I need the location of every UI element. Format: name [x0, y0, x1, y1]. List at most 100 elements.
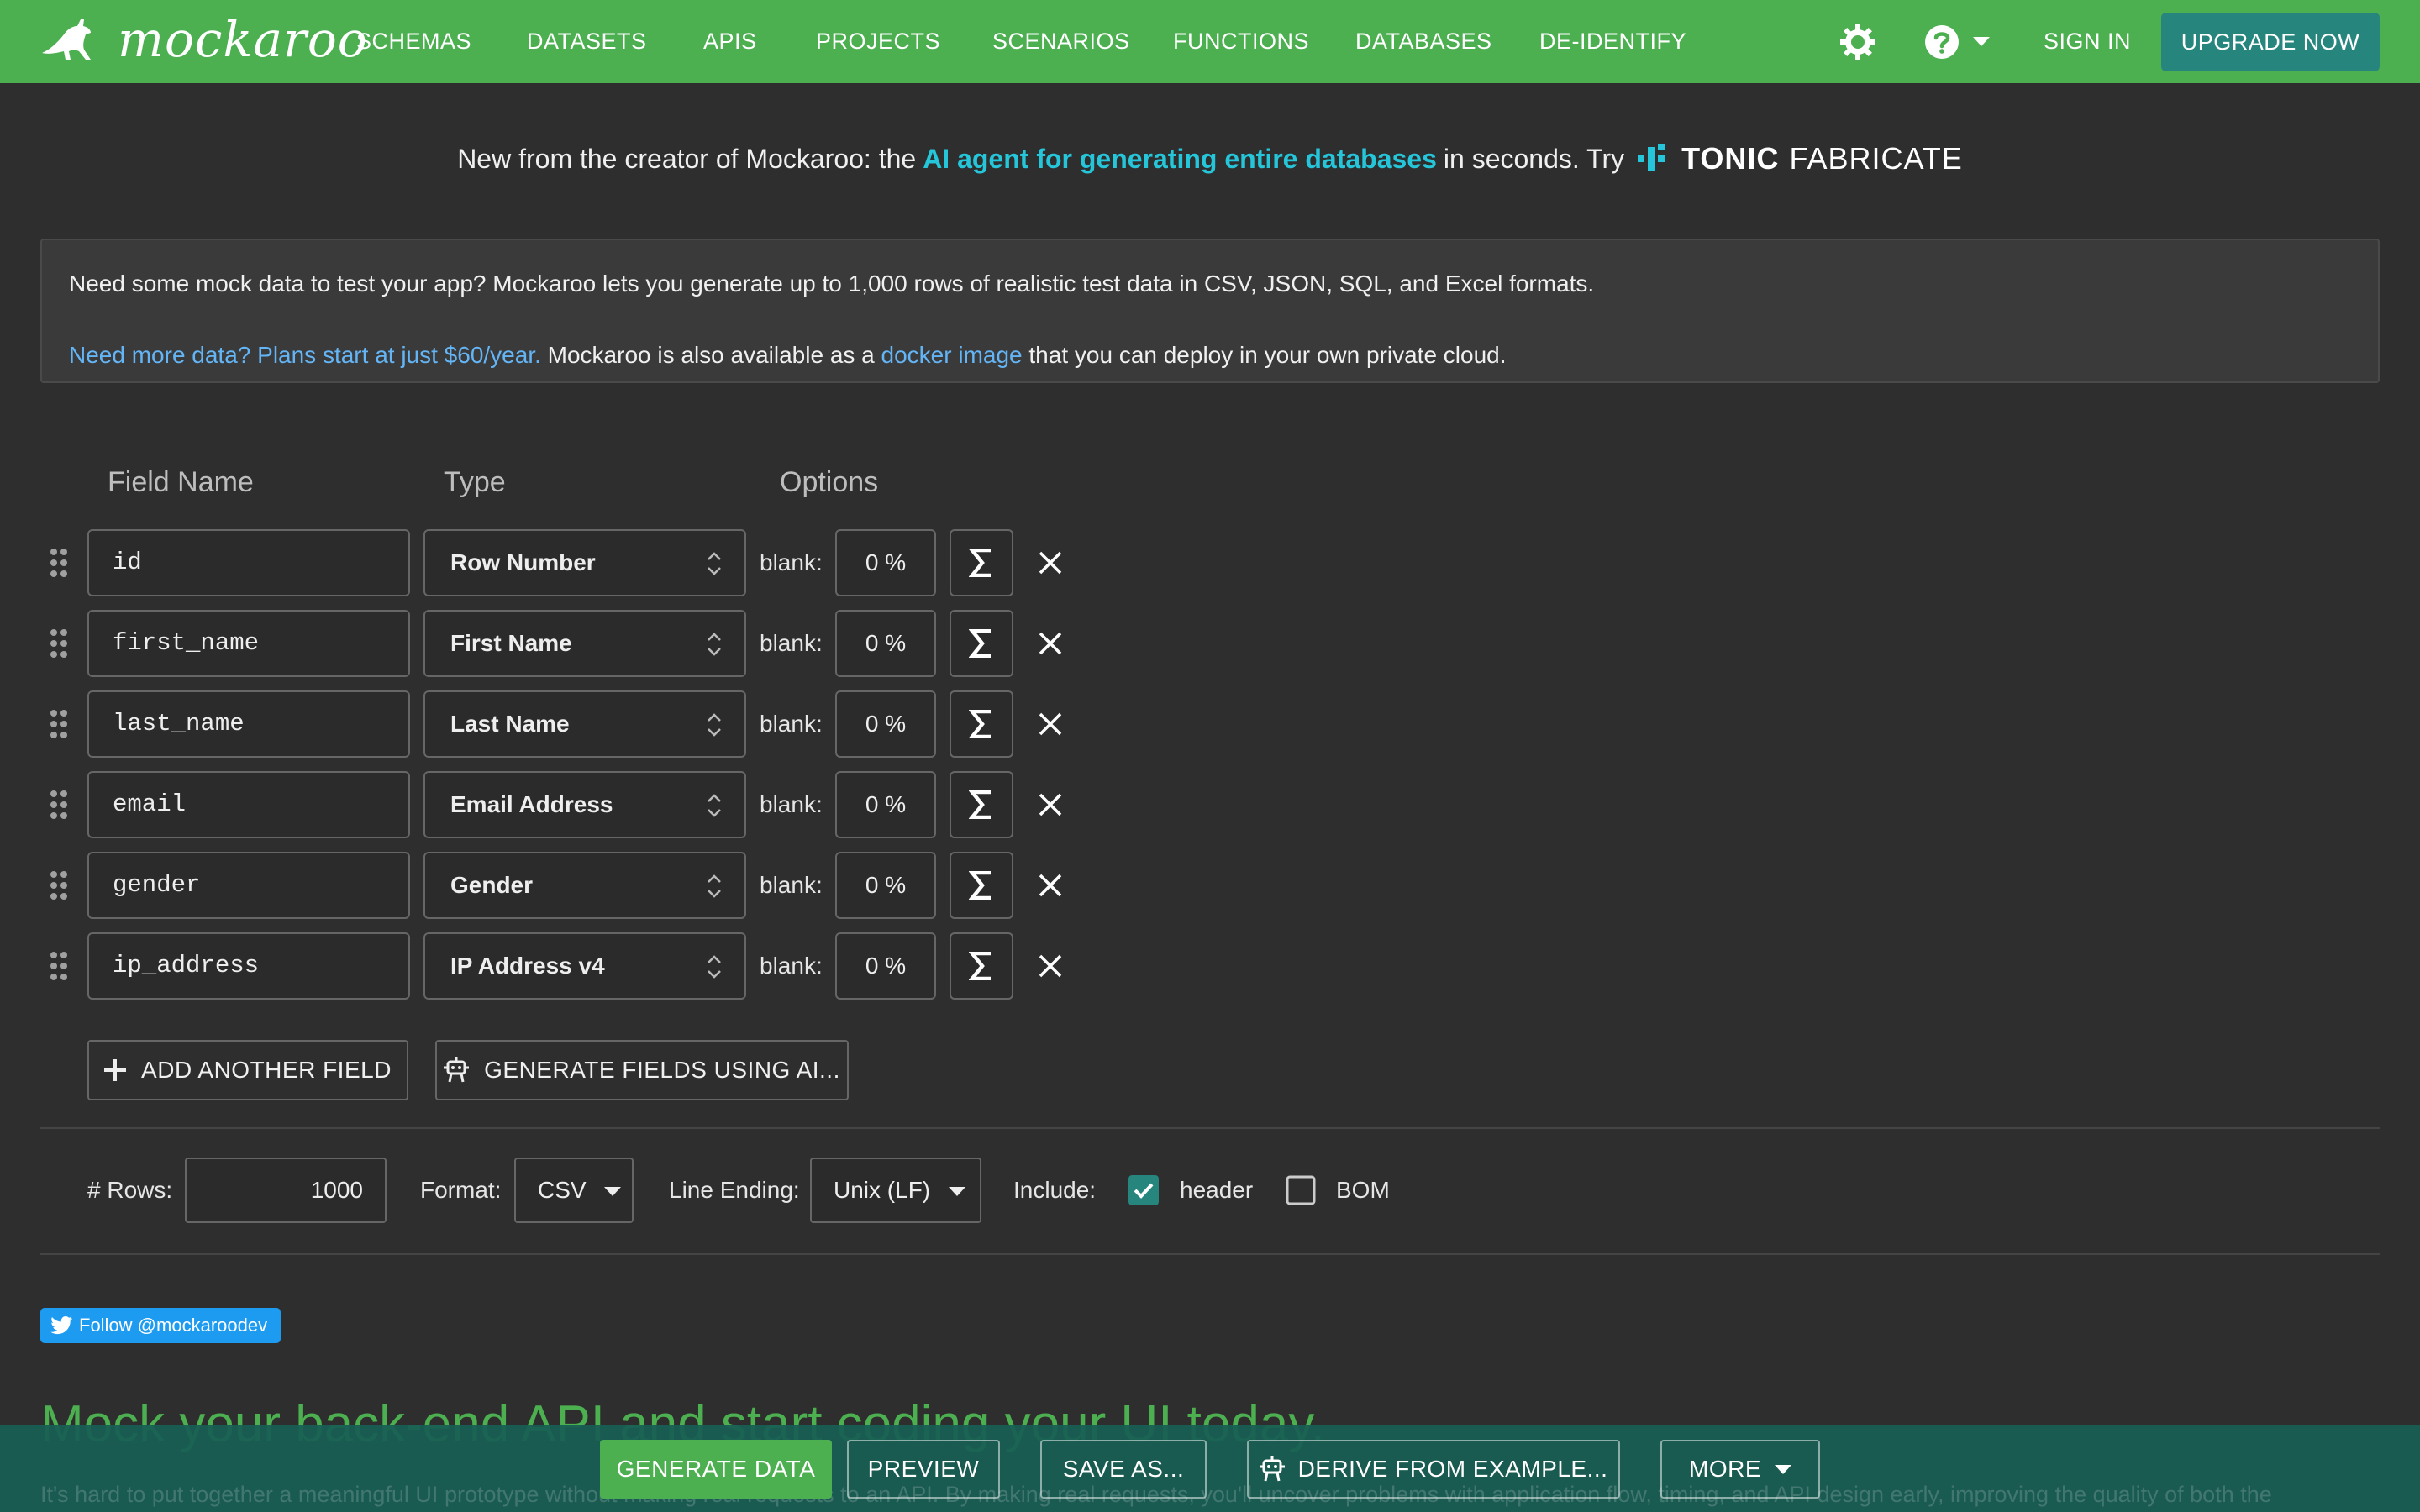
- generate-fields-ai-button[interactable]: GENERATE FIELDS USING AI...: [435, 1040, 849, 1100]
- formula-sigma-button[interactable]: [950, 771, 1013, 838]
- updown-chevron-icon: [708, 955, 721, 979]
- plus-icon: [104, 1059, 127, 1081]
- theme-toggle-icon[interactable]: [1839, 23, 1877, 61]
- updown-chevron-icon: [708, 874, 721, 898]
- remove-field-close-icon[interactable]: [1035, 951, 1065, 981]
- blank-percent-input[interactable]: 0 %: [835, 852, 936, 919]
- docker-post-text: that you can deploy in your own private …: [1028, 342, 1507, 368]
- formula-sigma-button[interactable]: [950, 529, 1013, 596]
- field-type-value: First Name: [450, 630, 572, 656]
- drag-handle-icon[interactable]: [50, 549, 67, 577]
- updown-chevron-icon: [708, 713, 721, 737]
- nav-projects[interactable]: PROJECTS: [816, 0, 940, 83]
- marketing-subtext: It's hard to put together a meaningful U…: [40, 1482, 2272, 1507]
- nav-datasets[interactable]: DATASETS: [527, 0, 647, 83]
- announcement-prefix: New from the creator of Mockaroo: the: [457, 143, 917, 174]
- nav-scenarios[interactable]: SCENARIOS: [992, 0, 1130, 83]
- tonic-fabricate-link[interactable]: TONIC FABRICATE: [1638, 141, 1963, 176]
- updown-chevron-icon: [708, 633, 721, 656]
- sigma-icon: [969, 629, 991, 658]
- plans-link[interactable]: Need more data? Plans start at just $60/…: [69, 342, 541, 368]
- derive-from-example-button[interactable]: DERIVE FROM EXAMPLE...: [1247, 1440, 1620, 1499]
- docker-pre-text: Mockaroo is also available as a: [547, 342, 875, 368]
- drag-handle-icon[interactable]: [50, 790, 67, 819]
- upgrade-now-button[interactable]: UPGRADE NOW: [2161, 13, 2380, 71]
- derive-from-example-label: DERIVE FROM EXAMPLE...: [1297, 1456, 1608, 1482]
- nav-de-identify[interactable]: DE-IDENTIFY: [1539, 0, 1686, 83]
- nav-databases[interactable]: DATABASES: [1355, 0, 1492, 83]
- field-name-input[interactable]: id: [87, 529, 410, 596]
- nav-apis[interactable]: APIS: [703, 0, 757, 83]
- header-checkbox-label[interactable]: header: [1180, 1158, 1253, 1223]
- remove-field-close-icon[interactable]: [1035, 790, 1065, 820]
- field-type-select[interactable]: Email Address: [424, 771, 746, 838]
- remove-field-close-icon[interactable]: [1035, 628, 1065, 659]
- robot-icon: [444, 1057, 470, 1083]
- more-menu-button[interactable]: MORE: [1660, 1440, 1820, 1499]
- field-type-select[interactable]: First Name: [424, 610, 746, 677]
- line-ending-caret-icon: [948, 1187, 965, 1197]
- blank-percent-input[interactable]: 0 %: [835, 610, 936, 677]
- add-another-field-button[interactable]: ADD ANOTHER FIELD: [87, 1040, 408, 1100]
- sigma-icon: [969, 952, 991, 980]
- bom-checkbox-label[interactable]: BOM: [1336, 1158, 1390, 1223]
- field-name-input[interactable]: first_name: [87, 610, 410, 677]
- format-select[interactable]: CSV: [514, 1158, 634, 1223]
- blank-percent-input[interactable]: 0 %: [835, 529, 936, 596]
- preview-button[interactable]: PREVIEW: [847, 1440, 1000, 1499]
- info-box: Need some mock data to test your app? Mo…: [40, 239, 2380, 383]
- line-ending-select[interactable]: Unix (LF): [810, 1158, 981, 1223]
- remove-field-close-icon[interactable]: [1035, 709, 1065, 739]
- drag-handle-icon[interactable]: [50, 710, 67, 738]
- sigma-icon: [969, 790, 991, 819]
- field-type-select[interactable]: IP Address v4: [424, 932, 746, 1000]
- divider-top: [40, 1127, 2380, 1129]
- rows-label: # Rows:: [87, 1177, 173, 1203]
- help-dropdown-chevron-icon[interactable]: [1973, 37, 1990, 47]
- blank-percent-input[interactable]: 0 %: [835, 690, 936, 758]
- generate-data-button[interactable]: GENERATE DATA: [600, 1440, 832, 1499]
- remove-field-close-icon[interactable]: [1035, 548, 1065, 578]
- remove-field-close-icon[interactable]: [1035, 870, 1065, 900]
- kangaroo-icon: [42, 19, 91, 60]
- drag-handle-icon[interactable]: [50, 952, 67, 980]
- nav-functions[interactable]: FUNCTIONS: [1173, 0, 1309, 83]
- field-type-select[interactable]: Last Name: [424, 690, 746, 758]
- formula-sigma-button[interactable]: [950, 690, 1013, 758]
- blank-label: blank:: [760, 711, 823, 737]
- twitter-bird-icon: [50, 1316, 72, 1335]
- blank-percent-input[interactable]: 0 %: [835, 771, 936, 838]
- blank-percent-input[interactable]: 0 %: [835, 932, 936, 1000]
- format-value: CSV: [538, 1177, 587, 1203]
- field-type-select[interactable]: Row Number: [424, 529, 746, 596]
- field-name-input[interactable]: last_name: [87, 690, 410, 758]
- sign-in-link[interactable]: SIGN IN: [2044, 0, 2131, 83]
- twitter-follow-button[interactable]: Follow @mockaroodev: [40, 1308, 281, 1343]
- formula-sigma-button[interactable]: [950, 610, 1013, 677]
- brand-logo[interactable]: mockaroo: [39, 15, 368, 64]
- docker-image-link[interactable]: docker image: [881, 342, 1023, 368]
- formula-sigma-button[interactable]: [950, 852, 1013, 919]
- blank-label: blank:: [760, 953, 823, 979]
- nav-schemas[interactable]: SCHEMAS: [356, 0, 471, 83]
- header-checkbox[interactable]: [1128, 1175, 1159, 1205]
- bottom-action-bar: It's hard to put together a meaningful U…: [0, 1425, 2420, 1512]
- line-ending-value: Unix (LF): [834, 1177, 931, 1203]
- format-caret-icon: [604, 1187, 622, 1197]
- twitter-follow-label: Follow @mockaroodev: [79, 1315, 268, 1336]
- bom-checkbox[interactable]: [1286, 1175, 1316, 1205]
- drag-handle-icon[interactable]: [50, 871, 67, 900]
- line-ending-label: Line Ending:: [669, 1177, 800, 1203]
- save-as-button[interactable]: SAVE AS...: [1040, 1440, 1207, 1499]
- help-icon[interactable]: [1923, 23, 1961, 61]
- formula-sigma-button[interactable]: [950, 932, 1013, 1000]
- field-name-input[interactable]: email: [87, 771, 410, 838]
- field-name-input[interactable]: gender: [87, 852, 410, 919]
- announcement-suffix: in seconds. Try: [1443, 143, 1625, 174]
- field-name-input[interactable]: ip_address: [87, 932, 410, 1000]
- drag-handle-icon[interactable]: [50, 629, 67, 658]
- column-header-type: Type: [444, 466, 506, 498]
- announcement-highlight-link[interactable]: AI agent for generating entire databases: [923, 144, 1437, 175]
- field-type-select[interactable]: Gender: [424, 852, 746, 919]
- rows-input[interactable]: 1000: [185, 1158, 387, 1223]
